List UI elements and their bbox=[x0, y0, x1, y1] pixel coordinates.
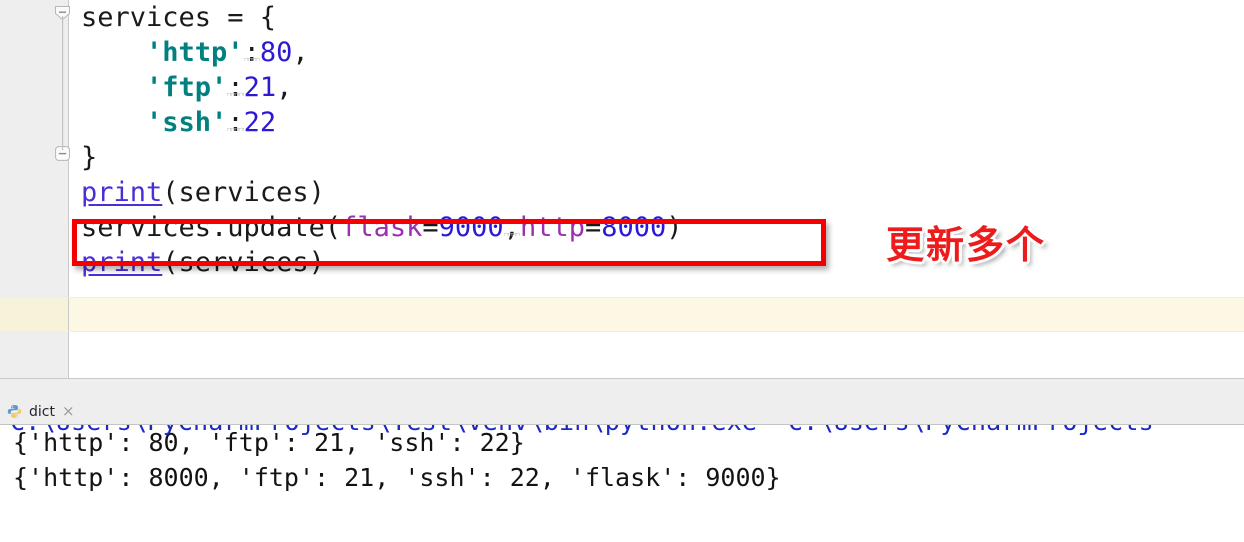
code-token: = bbox=[584, 212, 602, 243]
fold-guide-line bbox=[62, 16, 64, 150]
close-icon[interactable]: × bbox=[62, 404, 75, 419]
code-token: (services) bbox=[162, 177, 325, 208]
run-console-output[interactable]: C:\Users\PyCharmProjects\Test\venv\bin\p… bbox=[0, 425, 1244, 542]
code-token: 9000 bbox=[438, 212, 504, 243]
code-token: (services) bbox=[162, 247, 325, 278]
python-file-icon bbox=[7, 404, 22, 419]
code-token: : bbox=[227, 107, 244, 138]
console-command-path-line: C:\Users\PyCharmProjects\Test\venv\bin\p… bbox=[10, 425, 1154, 439]
run-tab-label: dict bbox=[29, 403, 55, 420]
code-line[interactable]: } bbox=[70, 140, 1244, 175]
code-line[interactable]: 'http':80, bbox=[70, 35, 1244, 70]
code-token: print bbox=[81, 177, 163, 208]
code-line[interactable]: 'ftp':21, bbox=[70, 70, 1244, 105]
code-token: 22 bbox=[243, 107, 277, 138]
code-token: = bbox=[422, 212, 439, 243]
code-token: , bbox=[276, 72, 293, 103]
console-output-line: {'http': 8000, 'ftp': 21, 'ssh': 22, 'fl… bbox=[13, 463, 781, 492]
code-token: 'http' bbox=[146, 37, 244, 68]
code-token: services.update( bbox=[81, 212, 342, 243]
run-tab-dict[interactable]: dict × bbox=[0, 398, 84, 425]
code-token: 21 bbox=[243, 72, 277, 103]
code-token: : bbox=[243, 37, 260, 68]
code-token: , bbox=[503, 212, 520, 243]
code-token: 'ftp' bbox=[146, 72, 228, 103]
code-text-area[interactable]: services = { 'http':80, 'ftp':21, 'ssh':… bbox=[70, 0, 1244, 378]
run-panel-tabstrip: dict × bbox=[0, 398, 1244, 425]
code-editor-pane[interactable]: services = { 'http':80, 'ftp':21, 'ssh':… bbox=[0, 0, 1244, 378]
code-token: print bbox=[81, 247, 163, 278]
code-line[interactable]: services.update(flask=9000,http=8000) bbox=[70, 210, 1244, 245]
code-token: http bbox=[519, 212, 585, 243]
code-token: , bbox=[292, 37, 309, 68]
editor-gutter[interactable] bbox=[0, 0, 70, 378]
code-line[interactable]: print(services) bbox=[70, 245, 1244, 280]
code-line[interactable]: print(services) bbox=[70, 175, 1244, 210]
ide-window: services = { 'http':80, 'ftp':21, 'ssh':… bbox=[0, 0, 1244, 542]
code-token: ) bbox=[666, 212, 683, 243]
code-token: 8000 bbox=[601, 212, 667, 243]
code-token: 80 bbox=[259, 37, 293, 68]
code-line[interactable]: services = { bbox=[70, 0, 1244, 35]
panel-splitter[interactable] bbox=[0, 378, 1244, 398]
code-token: services = { bbox=[81, 2, 277, 33]
code-token: : bbox=[227, 72, 244, 103]
annotation-label: 更新多个 bbox=[886, 223, 1047, 267]
code-token: } bbox=[81, 142, 98, 173]
code-token: 'ssh' bbox=[146, 107, 228, 138]
code-line[interactable]: 'ssh':22 bbox=[70, 105, 1244, 140]
code-token: flask bbox=[341, 212, 423, 243]
